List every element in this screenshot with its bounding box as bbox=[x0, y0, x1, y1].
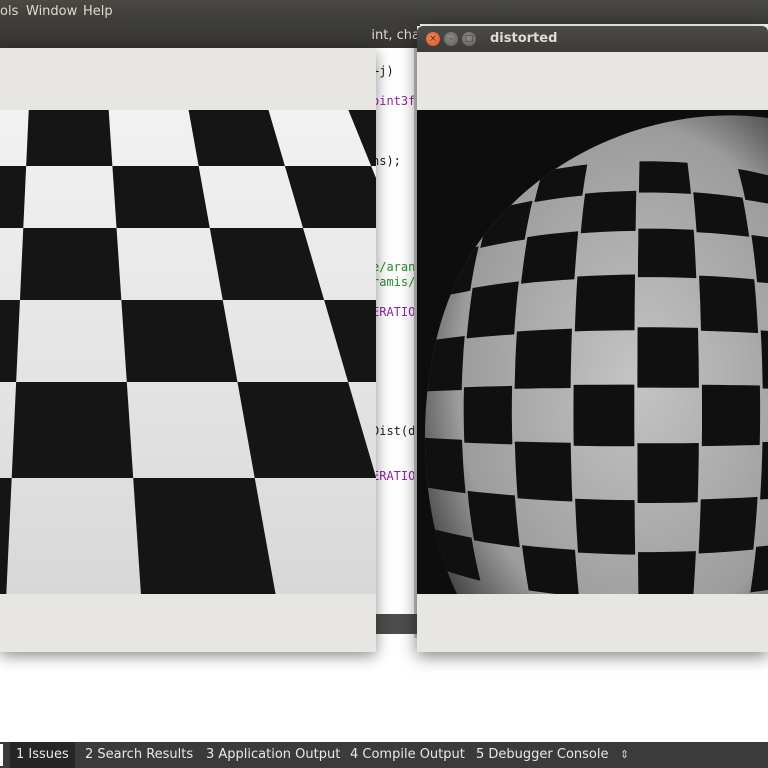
tab-compile-output[interactable]: 4 Compile Output bbox=[344, 742, 471, 768]
distorted-board-square bbox=[521, 231, 579, 284]
up-down-arrow-icon[interactable]: ⇕ bbox=[620, 742, 629, 768]
tabbar-edge bbox=[0, 744, 3, 766]
board-square bbox=[0, 166, 27, 228]
chessboard-image bbox=[0, 110, 376, 594]
board-square bbox=[11, 382, 134, 478]
close-icon[interactable]: × bbox=[426, 32, 440, 46]
board-square bbox=[19, 228, 122, 300]
board-square bbox=[188, 110, 285, 166]
distorted-board-square bbox=[573, 384, 635, 447]
distorted-chessboard-image bbox=[417, 110, 768, 594]
distorted-board-square bbox=[575, 498, 636, 555]
distorted-board-square bbox=[637, 327, 699, 388]
distorted-board-square bbox=[467, 490, 520, 548]
menu-tools[interactable]: ols bbox=[0, 4, 18, 19]
board-square bbox=[26, 110, 113, 166]
code-line: ERATIO bbox=[372, 305, 416, 319]
menu-window[interactable]: Window bbox=[26, 4, 77, 19]
distorted-board-square bbox=[693, 192, 750, 237]
tab-application-output[interactable]: 3 Application Output bbox=[200, 742, 346, 768]
editor-window-titlebar: int, cha bbox=[0, 24, 420, 48]
app-menubar: ols Window Help bbox=[0, 0, 768, 24]
distorted-window-title: distorted bbox=[490, 31, 558, 46]
tab-debugger-console[interactable]: 5 Debugger Console bbox=[470, 742, 615, 768]
distorted-board-square bbox=[698, 496, 758, 554]
output-pane-tabbar: 1 Issues 2 Search Results 3 Application … bbox=[0, 742, 768, 768]
code-line: ramis/ bbox=[372, 275, 416, 289]
distorted-board-square bbox=[701, 384, 761, 447]
distorted-board-square bbox=[424, 437, 466, 494]
distorted-window[interactable]: × – □ distorted bbox=[417, 26, 768, 652]
editor-window-title: int, cha bbox=[371, 28, 420, 43]
board-square bbox=[121, 300, 238, 382]
distorted-board-square bbox=[466, 281, 519, 339]
editor-status-strip bbox=[370, 614, 422, 634]
distorted-board-square bbox=[638, 161, 691, 194]
distorted-board-square bbox=[514, 441, 573, 502]
code-editor[interactable]: +j) oint3f ns); e/aran ramis/ ERATIO Dis… bbox=[370, 48, 422, 638]
code-line: Dist(d bbox=[372, 424, 416, 438]
distorted-board-square bbox=[522, 545, 579, 594]
code-line: ERATIO bbox=[372, 469, 416, 483]
code-line: e/aran bbox=[372, 260, 416, 274]
tab-issues[interactable]: 1 Issues bbox=[10, 742, 75, 768]
distorted-board-square bbox=[514, 328, 572, 389]
code-line: oint3f bbox=[372, 94, 416, 108]
maximize-icon[interactable]: □ bbox=[462, 32, 476, 46]
distorted-board-square bbox=[637, 228, 697, 279]
board-square bbox=[112, 166, 210, 228]
distorted-board-square bbox=[638, 551, 696, 594]
board-square bbox=[133, 478, 276, 594]
distorted-window-titlebar[interactable]: × – □ distorted bbox=[417, 26, 768, 52]
code-line: ns); bbox=[372, 154, 401, 168]
distorted-board-square bbox=[574, 274, 635, 332]
distorted-board-square bbox=[699, 275, 759, 334]
distorted-board-square bbox=[637, 443, 699, 503]
undistorted-image-window[interactable] bbox=[0, 48, 376, 652]
distorted-board-square bbox=[463, 385, 513, 445]
menu-help[interactable]: Help bbox=[83, 4, 113, 19]
distorted-board-square bbox=[580, 190, 637, 234]
minimize-icon[interactable]: – bbox=[444, 32, 458, 46]
tab-search-results[interactable]: 2 Search Results bbox=[79, 742, 199, 768]
